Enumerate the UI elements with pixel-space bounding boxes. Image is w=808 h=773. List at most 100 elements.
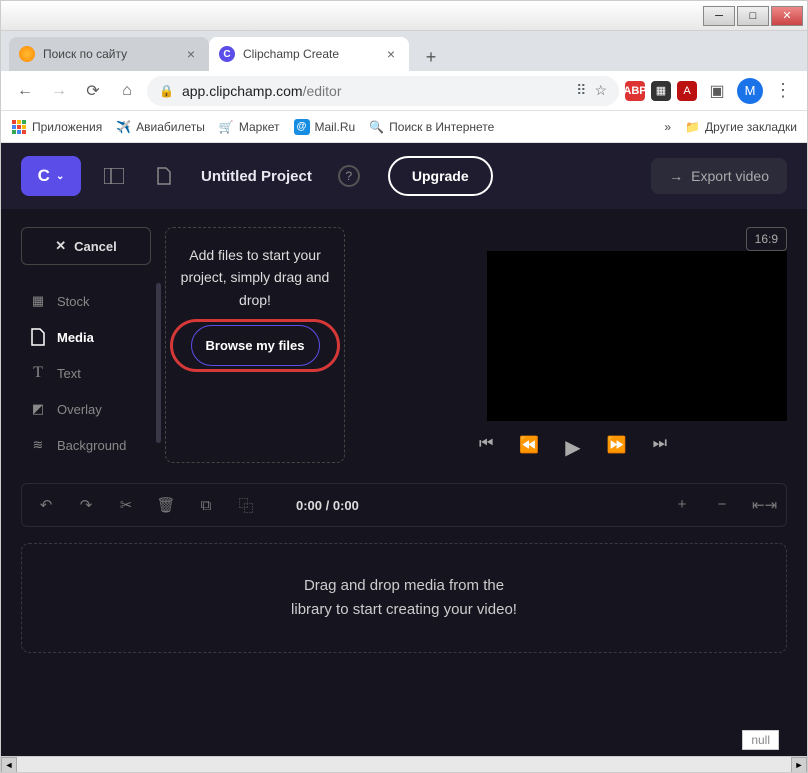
bookmark-item[interactable]: ✈️ Авиабилеты	[116, 120, 205, 134]
reload-button[interactable]: ⟳	[79, 77, 107, 105]
folder-icon: 📁	[685, 120, 700, 134]
favicon-icon	[19, 46, 35, 62]
aspect-ratio-button[interactable]: 16:9	[746, 227, 787, 251]
arrow-right-icon: →	[669, 168, 683, 184]
other-bookmarks[interactable]: 📁 Другие закладки	[685, 120, 797, 134]
tab-title: Поиск по сайту	[43, 47, 183, 61]
pdf-extension-icon[interactable]: A	[677, 81, 697, 101]
browse-files-button[interactable]: Browse my files	[191, 325, 320, 366]
zoom-out-button[interactable]: −	[712, 496, 732, 514]
video-preview[interactable]	[487, 251, 787, 421]
url-text: app.clipchamp.com/editor	[182, 83, 568, 99]
skip-start-button[interactable]: ⏮	[479, 435, 493, 460]
bookmark-item[interactable]: @ Mail.Ru	[294, 119, 356, 135]
file-icon[interactable]	[147, 159, 181, 193]
window-statusbar: ◄ ►	[1, 756, 807, 773]
browser-tab[interactable]: Поиск по сайту ×	[9, 37, 209, 71]
upgrade-button[interactable]: Upgrade	[388, 156, 493, 196]
browser-menu-button[interactable]: ⋮	[769, 80, 797, 101]
media-icon	[29, 328, 47, 346]
fast-forward-button[interactable]: ⏩	[607, 435, 627, 460]
sidebar-item-media[interactable]: Media	[21, 319, 151, 355]
extension-icon[interactable]: ▦	[651, 81, 671, 101]
chevron-down-icon: ⌄	[56, 171, 64, 182]
scroll-left-button[interactable]: ◄	[1, 757, 17, 773]
clipchamp-app: C ⌄ Untitled Project ? Upgrade → Export …	[1, 143, 807, 756]
layout-icon[interactable]	[97, 159, 131, 193]
cut-button[interactable]: ✂	[116, 496, 136, 514]
bookmark-item[interactable]: 🛒 Маркет	[219, 120, 280, 134]
duplicate-button[interactable]: ⿻	[236, 495, 256, 516]
overlay-icon: ◩	[29, 401, 47, 417]
bookmark-item[interactable]: 🔍 Поиск в Интернете	[369, 120, 494, 134]
extension-icon[interactable]: ▣	[703, 77, 731, 105]
copy-button[interactable]: ⧉	[196, 497, 216, 514]
window-close-button[interactable]: ✕	[771, 6, 803, 26]
tab-title: Clipchamp Create	[243, 47, 383, 61]
search-icon: 🔍	[369, 120, 384, 134]
forward-button[interactable]: →	[45, 77, 73, 105]
window-titlebar: ─ □ ✕	[1, 1, 807, 31]
export-button[interactable]: → Export video	[651, 158, 787, 194]
scroll-right-button[interactable]: ►	[791, 757, 807, 773]
media-drop-panel[interactable]: Add files to start your project, simply …	[165, 227, 345, 463]
text-icon: T	[29, 364, 47, 382]
profile-avatar[interactable]: M	[737, 78, 763, 104]
cancel-button[interactable]: ✕ Cancel	[21, 227, 151, 265]
project-title[interactable]: Untitled Project	[201, 168, 312, 185]
horizontal-scrollbar[interactable]	[17, 757, 791, 773]
browser-tab-active[interactable]: C Clipchamp Create ×	[209, 37, 409, 71]
app-header: C ⌄ Untitled Project ? Upgrade → Export …	[1, 143, 807, 209]
tab-close-icon[interactable]: ×	[383, 46, 399, 62]
bookmarks-overflow[interactable]: »	[664, 120, 671, 134]
play-button[interactable]: ▶	[565, 435, 580, 460]
sidebar-item-overlay[interactable]: ◩ Overlay	[21, 391, 151, 427]
home-button[interactable]: ⌂	[113, 77, 141, 105]
preview-column: 16:9 ⏮ ⏪ ▶ ⏩ ⏭	[359, 227, 787, 463]
null-tooltip: null	[742, 730, 779, 750]
delete-button[interactable]: 🗑	[156, 496, 176, 514]
cart-icon: 🛒	[219, 120, 234, 134]
close-icon: ✕	[55, 238, 66, 254]
rewind-button[interactable]: ⏪	[519, 435, 539, 460]
help-button[interactable]: ?	[338, 165, 360, 187]
bookmarks-bar: Приложения ✈️ Авиабилеты 🛒 Маркет @ Mail…	[1, 111, 807, 143]
timeline-text: library to start creating your video!	[42, 598, 766, 622]
fit-button[interactable]: ⇤⇥	[752, 496, 772, 514]
back-button[interactable]: ←	[11, 77, 39, 105]
adblock-extension-icon[interactable]: ABP	[625, 81, 645, 101]
edit-toolbar: ↶ ↷ ✂ 🗑 ⧉ ⿻ 0:00 / 0:00 + − ⇤⇥	[21, 483, 787, 527]
redo-button[interactable]: ↷	[76, 496, 96, 514]
sidebar: ✕ Cancel ▦ Stock Media T	[21, 227, 151, 463]
timeline-drop-zone[interactable]: Drag and drop media from the library to …	[21, 543, 787, 653]
apps-bookmark[interactable]: Приложения	[11, 119, 102, 135]
airplane-icon: ✈️	[116, 120, 131, 134]
new-tab-button[interactable]: +	[417, 43, 445, 71]
translate-icon[interactable]: ⠿	[576, 82, 586, 99]
sidebar-item-background[interactable]: ≋ Background	[21, 427, 151, 463]
app-logo-button[interactable]: C ⌄	[21, 156, 81, 196]
sidebar-item-stock[interactable]: ▦ Stock	[21, 283, 151, 319]
lock-icon: 🔒	[159, 84, 174, 98]
bookmark-star-icon[interactable]: ☆	[594, 82, 607, 99]
timeline-text: Drag and drop media from the	[42, 574, 766, 598]
layers-icon: ≋	[29, 437, 47, 453]
zoom-in-button[interactable]: +	[672, 496, 692, 514]
undo-button[interactable]: ↶	[36, 496, 56, 514]
apps-icon	[11, 119, 27, 135]
media-panel-text: Add files to start your project, simply …	[176, 244, 334, 311]
playback-controls: ⏮ ⏪ ▶ ⏩ ⏭	[359, 435, 787, 460]
time-display: 0:00 / 0:00	[296, 498, 359, 513]
window-minimize-button[interactable]: ─	[703, 6, 735, 26]
sidebar-item-text[interactable]: T Text	[21, 355, 151, 391]
tab-close-icon[interactable]: ×	[183, 46, 199, 62]
browser-tabs: Поиск по сайту × C Clipchamp Create × +	[1, 31, 807, 71]
mail-icon: @	[294, 119, 310, 135]
address-bar: ← → ⟳ ⌂ 🔒 app.clipchamp.com/editor ⠿ ☆ A…	[1, 71, 807, 111]
sidebar-scrollbar[interactable]	[156, 283, 161, 443]
favicon-icon: C	[219, 46, 235, 62]
skip-end-button[interactable]: ⏭	[653, 435, 667, 460]
url-field[interactable]: 🔒 app.clipchamp.com/editor ⠿ ☆	[147, 76, 619, 106]
window-maximize-button[interactable]: □	[737, 6, 769, 26]
stock-icon: ▦	[29, 293, 47, 309]
